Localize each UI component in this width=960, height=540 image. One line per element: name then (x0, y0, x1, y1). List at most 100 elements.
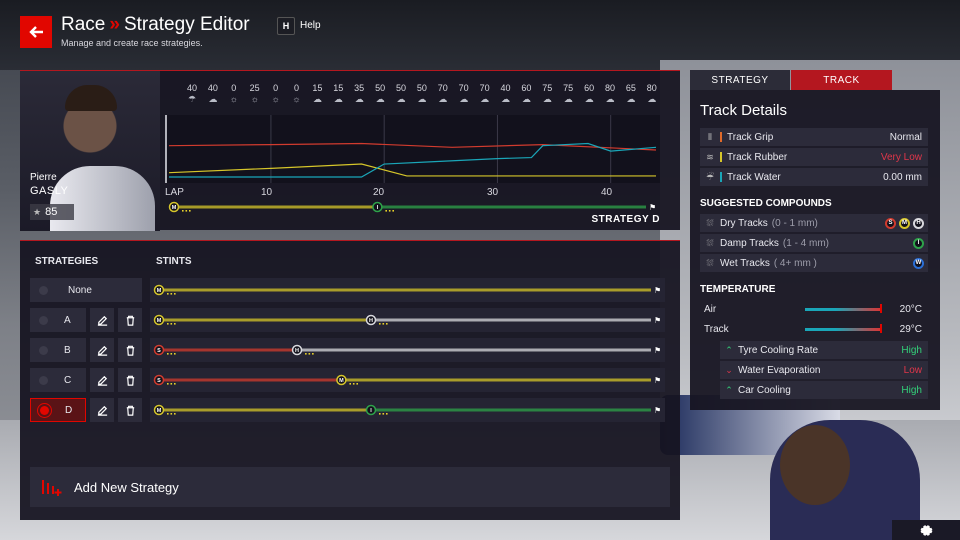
add-new-strategy-label: Add New Strategy (74, 479, 179, 495)
stint-bar (296, 348, 651, 352)
delete-strategy-button[interactable] (118, 308, 142, 332)
rain-icon: ☂ (187, 94, 197, 104)
temperature-value: 29°C (899, 323, 922, 335)
stint-bar (158, 348, 297, 352)
rain-chance-value: 75 (563, 83, 574, 93)
stint-bar (158, 378, 341, 382)
cloud-icon: ☁ (312, 94, 322, 104)
tyre-wear-dot (170, 293, 173, 295)
condition-label: Track Water (727, 171, 781, 183)
rain-chance-value: 40 (500, 83, 511, 93)
weather-forecast-item: 70 ☁ (475, 83, 495, 105)
tyre-wear-dot (392, 210, 394, 212)
cloud-icon: ☁ (605, 94, 615, 104)
tyre-wear-dot (167, 413, 169, 415)
strategy-button[interactable]: None (30, 278, 142, 302)
radio-indicator (39, 315, 48, 325)
stint-timeline[interactable]: S H ⚑ (150, 338, 665, 362)
suggested-compounds-header: SUGGESTED COMPOUNDS (700, 198, 832, 209)
finish-flag-icon: ⚑ (654, 346, 661, 355)
weather-forecast-row: 40 ☂ 40 ☁ 0 ☼ 25 ☼ 0 ☼ 0 ☼ 15 ☁ 15 ☁ 35 ☁ 50 ☁ 50 ☁ 50 ☁ 70 ☁ 70 ☁ 7… (160, 83, 660, 111)
tyre-wear-dot (385, 413, 388, 415)
strategy-button[interactable]: B (30, 338, 86, 362)
add-strategy-icon (42, 480, 62, 496)
weather-forecast-item: 75 ☁ (537, 83, 557, 105)
effect-label: Tyre Cooling Rate (738, 344, 819, 356)
stint-timeline[interactable]: M I ⚑ (150, 398, 665, 422)
weather-forecast-item: 35 ☁ (349, 83, 369, 105)
strategy-label: D (65, 404, 73, 416)
back-button[interactable] (20, 16, 52, 48)
page-title: Race» Strategy Editor (61, 14, 250, 36)
tyre-wear-dot (185, 210, 188, 212)
temperature-label: Air (704, 303, 717, 315)
rain-chance-value: 65 (625, 83, 636, 93)
rain-chance-value: 40 (186, 83, 197, 93)
edit-strategy-button[interactable] (90, 398, 114, 422)
compound-suggestion-row: ⛆ Wet Tracks( 4+ mm ) W (700, 254, 928, 272)
tab-strategy[interactable]: STRATEGY (690, 70, 790, 90)
weather-forecast-item: 0 ☼ (224, 83, 244, 104)
compound-suggestion-row: ⛆ Dry Tracks (0 - 1 mm) S M H (700, 214, 928, 232)
delete-strategy-button[interactable] (118, 368, 142, 392)
condition-color-bar (720, 152, 722, 162)
stint-timeline[interactable]: M ⚑ (150, 278, 665, 302)
strategy-button[interactable]: C (30, 368, 86, 392)
weather-forecast-item: 50 ☁ (370, 83, 390, 105)
temperature-row: Track 29°C (700, 320, 928, 338)
rain-chance-value: 50 (416, 83, 427, 93)
chart-canvas (165, 115, 657, 183)
edit-strategy-button[interactable] (90, 338, 114, 362)
rain-chance-value: 80 (604, 83, 615, 93)
condition-value: Very Low (880, 151, 922, 163)
title-section: Race (61, 14, 106, 35)
trash-icon (126, 405, 134, 416)
tyre-wear-dot (167, 323, 169, 325)
weather-forecast-item: 80 ☁ (642, 83, 662, 105)
tyre-compound-letter: H (369, 318, 373, 324)
chart-series-line (169, 142, 657, 178)
condition-label: Track Rubber (727, 151, 788, 163)
compound-water-range: (0 - 1 mm) (771, 217, 818, 229)
driver-rating-value: 85 (45, 206, 58, 218)
condition-color-bar (720, 132, 722, 142)
edit-strategy-button[interactable] (90, 308, 114, 332)
suggested-tyres: SMH (885, 217, 924, 229)
condition-color-bar (720, 172, 722, 182)
help-key-hint[interactable]: H (277, 17, 295, 35)
strategy-graph-panel: Pierre GASLY ★ 85 40 ☂ 40 ☁ 0 ☼ 25 ☼ 0 ☼ 0 ☼ 15 ☁ 15 ☁ 3… (20, 70, 680, 231)
effect-label: Car Cooling (738, 384, 791, 396)
strategy-button[interactable]: D (30, 398, 86, 422)
stint-timeline-canvas: M H ⚑ (153, 314, 661, 326)
compound-water-range: ( 4+ mm ) (773, 257, 817, 269)
stint-bar (376, 205, 646, 209)
delete-strategy-button[interactable] (118, 338, 142, 362)
stint-timeline-canvas: M ⚑ (153, 284, 661, 296)
tab-track[interactable]: TRACK (791, 70, 892, 90)
add-new-strategy-button[interactable]: Add New Strategy (30, 467, 670, 507)
delete-strategy-button[interactable] (118, 398, 142, 422)
trash-icon (126, 375, 134, 386)
help-label[interactable]: Help (300, 20, 321, 31)
strategy-button[interactable]: A (30, 308, 86, 332)
temperature-header: TEMPERATURE (700, 284, 776, 295)
cloud-icon: ☁ (521, 94, 531, 104)
stint-timeline[interactable]: M H ⚑ (150, 308, 665, 332)
temperature-gauge (805, 327, 881, 331)
temperature-effect-row: ⌄ Water Evaporation Low (720, 361, 928, 379)
stint-bar (158, 318, 370, 322)
stint-timeline[interactable]: S M ⚑ (150, 368, 665, 392)
temperature-label: Track (704, 323, 729, 335)
tyre-compound-letter: M (172, 205, 177, 211)
sun-icon: ☼ (271, 94, 280, 104)
edit-strategy-button[interactable] (90, 368, 114, 392)
settings-button[interactable] (892, 520, 960, 540)
rain-chance-value: 0 (273, 83, 279, 93)
rain-chance-value: 35 (354, 83, 365, 93)
weather-forecast-item: 15 ☁ (328, 83, 348, 105)
condition-value: 0.00 mm (883, 171, 922, 183)
strategy-label: C (64, 374, 72, 386)
chart-series-line (168, 163, 656, 177)
finish-flag-icon: ⚑ (654, 316, 661, 325)
edit-icon (97, 315, 107, 326)
